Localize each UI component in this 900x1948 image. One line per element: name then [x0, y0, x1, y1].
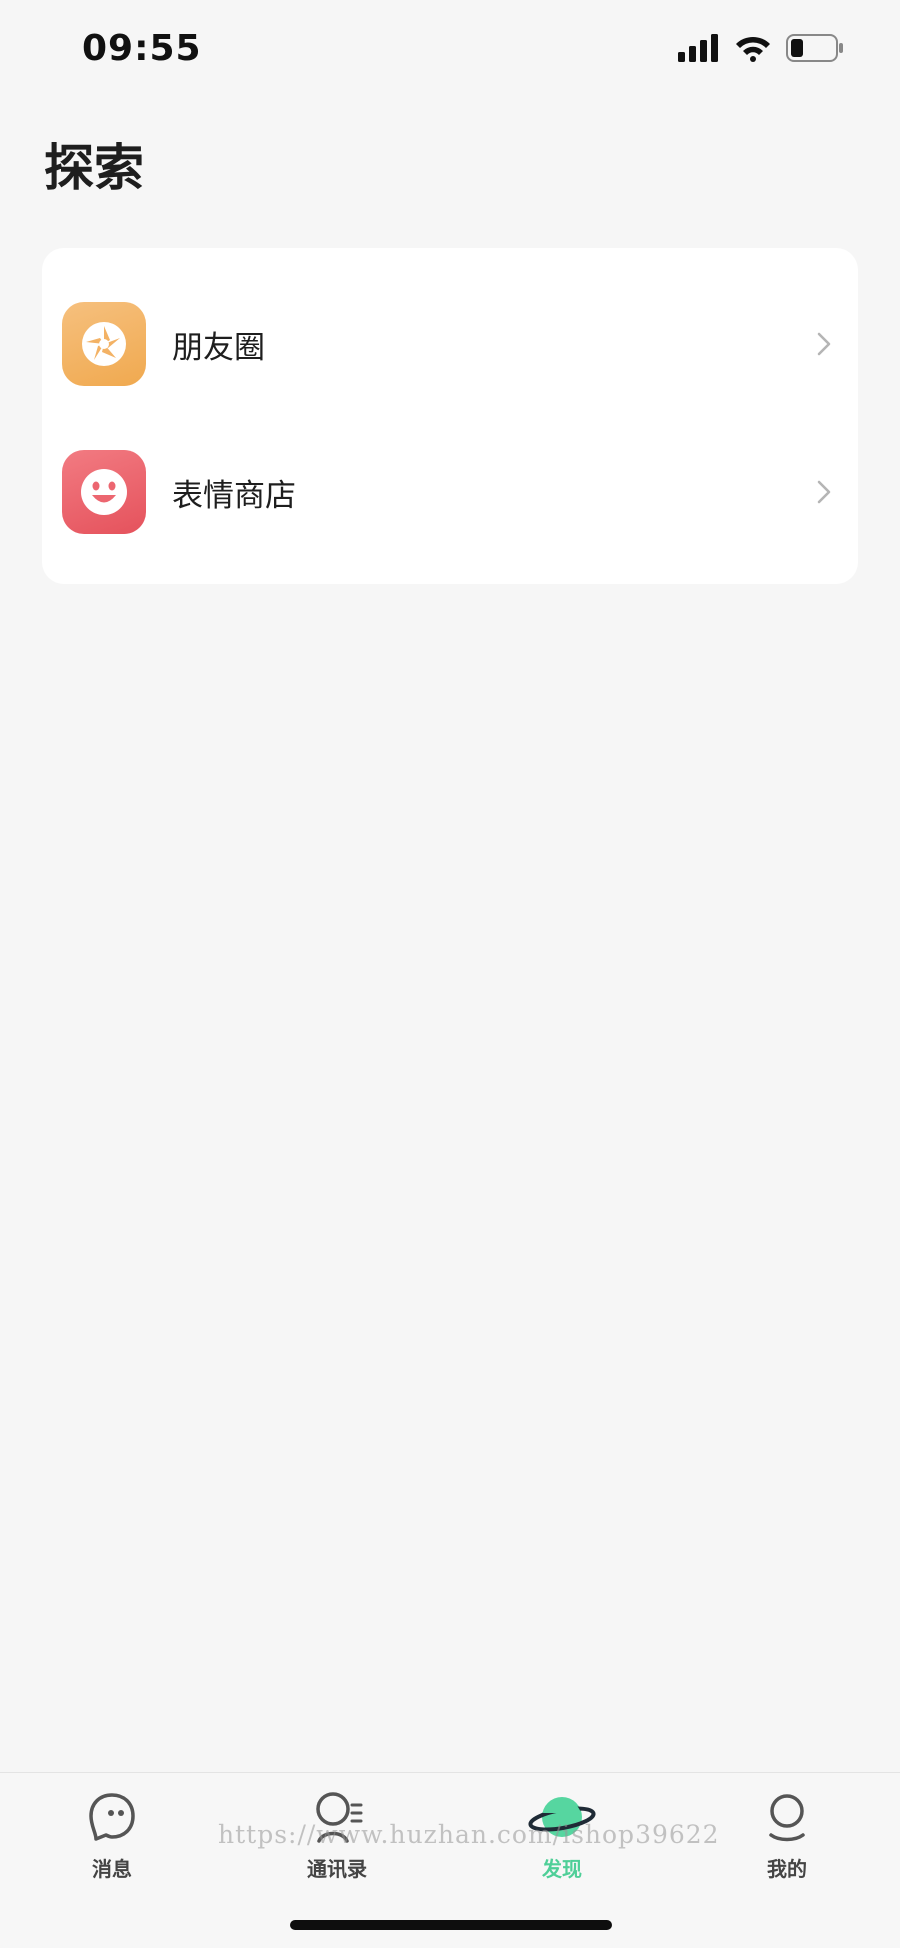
chat-bubble-icon: [89, 1793, 135, 1841]
contacts-icon: [316, 1792, 363, 1843]
tab-label: 通讯录: [307, 1857, 367, 1881]
smiley-face-icon: [62, 450, 146, 534]
menu-item-label: 朋友圈: [172, 329, 265, 366]
tab-me[interactable]: 我的: [717, 1789, 857, 1882]
camera-aperture-icon: [62, 302, 146, 386]
tab-label: 我的: [767, 1857, 807, 1881]
status-icons: [678, 34, 844, 62]
tab-label: 消息: [92, 1857, 132, 1881]
tab-discover[interactable]: 发现: [492, 1789, 632, 1882]
menu-item-label: 表情商店: [172, 477, 296, 514]
menu-item-moments[interactable]: 朋友圈: [42, 284, 858, 404]
profile-icon: [769, 1794, 805, 1842]
status-bar: 09:55: [0, 0, 900, 100]
page-title: 探索: [44, 139, 144, 197]
chevron-right-icon: [817, 332, 831, 356]
tab-contacts[interactable]: 通讯录: [267, 1789, 407, 1882]
tab-label: 发现: [542, 1857, 582, 1881]
discover-menu-card: 朋友圈 表情商店: [42, 248, 858, 584]
battery-icon: [786, 34, 843, 62]
chevron-right-icon: [817, 480, 831, 504]
planet-icon: [528, 1797, 596, 1837]
signal-icon: [678, 34, 718, 62]
tab-messages[interactable]: 消息: [42, 1789, 182, 1882]
wifi-icon: [736, 36, 770, 62]
status-time: 09:55: [82, 28, 202, 69]
menu-item-sticker-store[interactable]: 表情商店: [42, 432, 858, 552]
home-indicator: [290, 1920, 612, 1930]
